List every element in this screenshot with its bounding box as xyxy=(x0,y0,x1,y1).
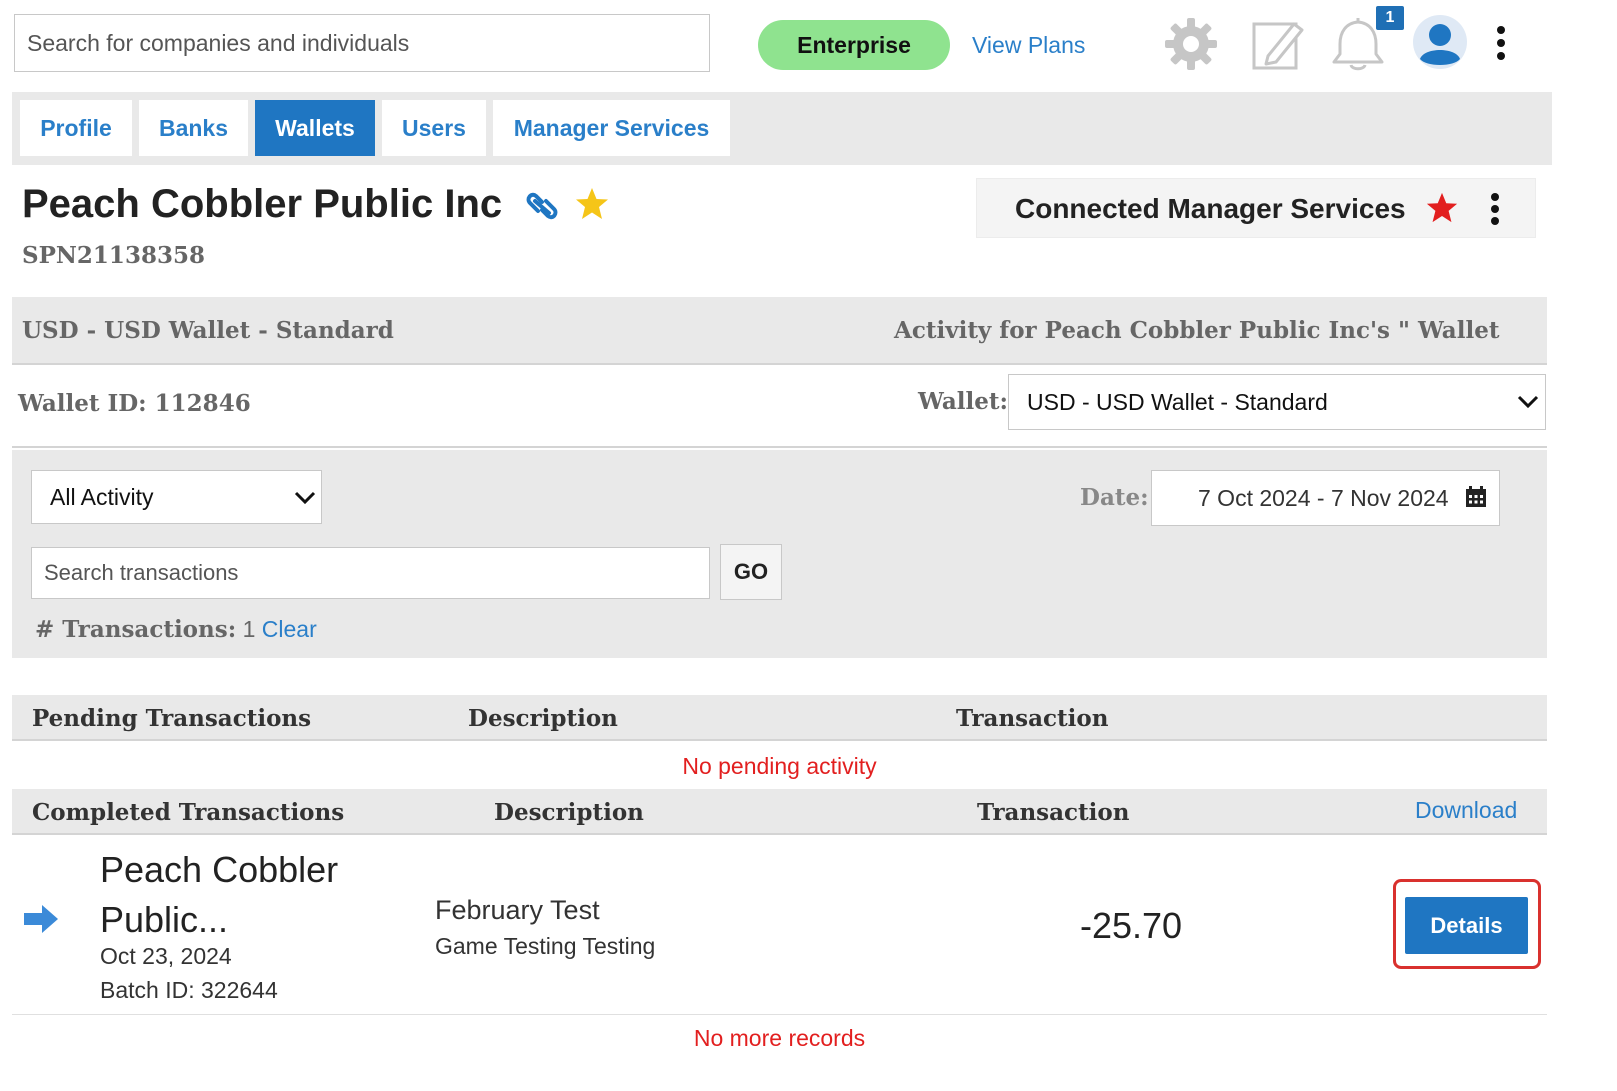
tab-users[interactable]: Users xyxy=(382,100,486,156)
gear-icon[interactable] xyxy=(1163,16,1219,72)
activity-type-value: All Activity xyxy=(50,484,154,510)
tab-manager-services[interactable]: Manager Services xyxy=(493,100,730,156)
description-col-header: Description xyxy=(468,705,618,732)
favorite-star-icon[interactable] xyxy=(574,186,610,222)
transaction-count-value: 1 xyxy=(242,616,256,642)
transaction-count: # Transactions: 1 Clear xyxy=(35,616,317,643)
view-plans-link[interactable]: View Plans xyxy=(972,32,1085,59)
link-icon[interactable] xyxy=(522,189,562,223)
no-pending-message: No pending activity xyxy=(682,753,877,779)
filter-panel: All Activity Date: 7 Oct 2024 - 7 Nov 20… xyxy=(12,450,1547,658)
wallet-select[interactable]: USD - USD Wallet - Standard xyxy=(1008,374,1546,430)
kebab-menu-icon[interactable] xyxy=(1483,189,1507,229)
transaction-description: February Test xyxy=(435,895,600,925)
table-row: Peach Cobbler Public... Oct 23, 2024 Bat… xyxy=(12,837,1547,1015)
wallet-select-value: USD - USD Wallet - Standard xyxy=(1027,389,1328,415)
arrow-right-icon xyxy=(22,903,60,935)
transaction-date: Oct 23, 2024 xyxy=(100,943,232,969)
company-name: Peach Cobbler Public Inc xyxy=(22,182,503,226)
connected-manager-services-label: Connected Manager Services xyxy=(1015,193,1406,224)
kebab-menu-icon[interactable] xyxy=(1486,24,1516,64)
chevron-down-icon xyxy=(1517,395,1539,409)
avatar-icon[interactable] xyxy=(1412,14,1468,70)
transaction-memo: Game Testing Testing xyxy=(435,933,656,959)
completed-col-header: Completed Transactions xyxy=(32,799,345,826)
plan-badge[interactable]: Enterprise xyxy=(758,20,950,70)
transaction-col-header: Transaction xyxy=(956,705,1109,732)
wallet-header-band: USD - USD Wallet - Standard Activity for… xyxy=(12,297,1547,365)
connected-manager-services-panel[interactable]: Connected Manager Services xyxy=(976,178,1536,238)
date-range-value: 7 Oct 2024 - 7 Nov 2024 xyxy=(1198,485,1449,511)
edit-note-icon[interactable] xyxy=(1250,16,1306,72)
download-link[interactable]: Download xyxy=(1415,797,1517,824)
transaction-search-input[interactable]: Search transactions xyxy=(31,547,710,599)
notification-count-badge: 1 xyxy=(1376,6,1404,30)
details-button[interactable]: Details xyxy=(1405,897,1528,954)
no-more-records-message: No more records xyxy=(693,1025,866,1051)
batch-id: Batch ID: 322644 xyxy=(100,977,278,1003)
pending-col-header: Pending Transactions xyxy=(32,705,312,732)
pending-table-header: Pending Transactions Description Transac… xyxy=(12,695,1547,741)
transaction-col-header: Transaction xyxy=(977,799,1130,826)
wallet-activity-heading: Activity for Peach Cobbler Public Inc's … xyxy=(894,317,1500,344)
wallet-id: Wallet ID: 112846 xyxy=(18,390,251,417)
tab-wallets[interactable]: Wallets xyxy=(255,100,375,156)
top-bar: Search for companies and individuals Ent… xyxy=(0,0,1617,92)
wallet-select-label: Wallet: xyxy=(918,388,1008,415)
company-id: SPN21138358 xyxy=(22,242,205,269)
calendar-icon[interactable] xyxy=(1464,485,1488,509)
wallet-name-heading: USD - USD Wallet - Standard xyxy=(22,317,394,344)
clear-link[interactable]: Clear xyxy=(262,616,317,642)
activity-type-select[interactable]: All Activity xyxy=(31,470,322,524)
payee-name: Peach Cobbler Public... xyxy=(100,849,339,940)
transaction-count-label: # Transactions: xyxy=(35,616,237,643)
required-star-icon xyxy=(1425,191,1459,225)
chevron-down-icon xyxy=(294,491,316,505)
go-button[interactable]: GO xyxy=(720,544,782,600)
tab-banks[interactable]: Banks xyxy=(139,100,248,156)
date-label: Date: xyxy=(1080,484,1149,511)
tab-bar: Profile Banks Wallets Users Manager Serv… xyxy=(12,92,1552,165)
transaction-amount: -25.70 xyxy=(1080,905,1183,946)
completed-table-header: Completed Transactions Description Trans… xyxy=(12,789,1547,835)
tab-profile[interactable]: Profile xyxy=(20,100,132,156)
date-range-input[interactable]: 7 Oct 2024 - 7 Nov 2024 xyxy=(1151,470,1500,526)
description-col-header: Description xyxy=(494,799,644,826)
wallet-selector-row: Wallet ID: 112846 Wallet: USD - USD Wall… xyxy=(12,366,1547,448)
company-search-input[interactable]: Search for companies and individuals xyxy=(14,14,710,72)
